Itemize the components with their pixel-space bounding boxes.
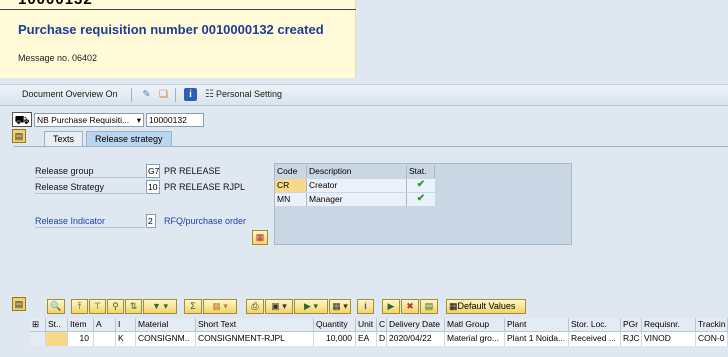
message-popup: 10000132 Purchase requisition number 001… <box>0 0 356 78</box>
document-type-value: NB Purchase Requisiti... <box>37 115 130 125</box>
default-values-label: Default Values <box>457 301 516 311</box>
table-cell-date-category[interactable]: D <box>377 332 387 346</box>
sort-icon[interactable]: ⇅ <box>125 299 142 314</box>
release-indicator-label: Release Indicator <box>35 216 106 226</box>
release-group-field[interactable]: G7 <box>146 164 160 178</box>
table-cell-account-assignment[interactable] <box>94 332 116 346</box>
document-number-field[interactable]: 10000132 <box>146 113 204 127</box>
table-cell-material-group[interactable]: Material gro... <box>445 332 505 346</box>
document-type-select[interactable]: NB Purchase Requisiti... ▾ <box>34 113 144 127</box>
column-header-status: Stat. <box>407 165 435 178</box>
select-all-icon[interactable]: ⊞ <box>30 318 46 332</box>
release-group-text: PR RELEASE <box>164 166 221 176</box>
first-icon[interactable]: ⤒ <box>71 299 88 314</box>
item-details-icon[interactable]: ▤ <box>420 299 438 314</box>
info-items-icon[interactable]: i <box>357 299 374 314</box>
table-cell-storage-location[interactable]: Received ... <box>569 332 621 346</box>
release-strategy-field[interactable]: 10 <box>146 180 160 194</box>
release-indicator-text: RFQ/purchase order <box>164 216 247 226</box>
column-header-date-category: C <box>377 318 387 332</box>
release-codes-table: Code Description Stat. CR Creator ✔ MN M… <box>274 163 572 245</box>
expand-items-icon[interactable]: ▤ <box>12 297 26 311</box>
field-underline <box>35 177 145 178</box>
tab-release-strategy[interactable]: Release strategy <box>86 131 172 146</box>
release-code-cell: CR <box>275 179 307 192</box>
tab-texts[interactable]: Texts <box>44 131 84 146</box>
table-cell-item-category[interactable]: K <box>116 332 136 346</box>
column-header-material: Material <box>136 318 196 332</box>
release-code-cell: MN <box>275 193 307 206</box>
field-underline <box>35 227 145 228</box>
column-header-description: Description <box>307 165 407 178</box>
release-description-cell: Manager <box>307 193 407 206</box>
release-description-cell: Creator <box>307 179 407 192</box>
personal-setting-icon[interactable]: ☷ <box>203 88 216 101</box>
find-icon[interactable]: ⚲ <box>107 299 124 314</box>
field-underline <box>35 193 145 194</box>
column-header-requisitioner: Requisnr. <box>642 318 696 332</box>
column-header-storage-location: Stor. Loc. <box>569 318 621 332</box>
personal-setting-button[interactable]: Personal Setting <box>216 89 282 99</box>
copy-icon[interactable]: ❏ <box>157 88 170 101</box>
release-strategy-text: PR RELEASE RJPL <box>164 182 246 192</box>
filter-icon[interactable]: ⊤ <box>89 299 106 314</box>
table-cell-tracking[interactable]: CON-0 <box>696 332 728 346</box>
row-selector[interactable] <box>30 332 46 346</box>
column-header-code: Code <box>275 165 307 178</box>
message-number: Message no. 06402 <box>18 53 98 63</box>
column-header-short-text: Short Text <box>196 318 314 332</box>
table-cell-quantity[interactable]: 10,000 <box>314 332 356 346</box>
sum-icon[interactable]: Σ <box>184 299 202 314</box>
column-header-unit: Unit <box>356 318 377 332</box>
column-header-item: Item <box>68 318 94 332</box>
views-icon[interactable]: ▶ ▾ <box>294 299 328 314</box>
checkmark-icon: ✔ <box>407 179 435 192</box>
table-cell-plant[interactable]: Plant 1 Noida... <box>505 332 569 346</box>
export-icon[interactable]: ▣ ▾ <box>265 299 293 314</box>
info-icon[interactable]: i <box>184 88 197 101</box>
column-header-account-assignment: A <box>94 318 116 332</box>
layout-icon[interactable]: ▦ ▾ <box>329 299 351 314</box>
column-header-purchasing-group: PGr <box>621 318 642 332</box>
subtotal-icon[interactable]: ▦ ▾ <box>203 299 237 314</box>
column-header-quantity: Quantity <box>314 318 356 332</box>
default-values-button[interactable]: ▦Default Values <box>446 299 526 314</box>
column-header-material-group: Matl Group <box>445 318 505 332</box>
column-header-plant: Plant <box>505 318 569 332</box>
application-toolbar: Document Overview On ✎ ❏ i ☷ Personal Se… <box>0 84 728 106</box>
delete-item-icon[interactable]: ✖ <box>401 299 419 314</box>
checkmark-icon: ✔ <box>407 193 435 206</box>
details-icon[interactable]: 🔍 <box>47 299 65 314</box>
chevron-down-icon: ▾ <box>136 115 141 125</box>
release-group-label: Release group <box>35 166 94 176</box>
table-cell-status <box>46 332 68 346</box>
column-header-item-category: I <box>116 318 136 332</box>
table-cell-purchasing-group[interactable]: RJC <box>621 332 642 346</box>
table-cell-material[interactable]: CONSIGNM.. <box>136 332 196 346</box>
print-icon[interactable]: ⎙ <box>246 299 264 314</box>
release-details-icon[interactable]: ▦ <box>252 230 268 245</box>
popup-divider <box>0 9 356 10</box>
column-header-tracking: Trackin <box>696 318 728 332</box>
column-header-delivery-date: Delivery Date <box>387 318 445 332</box>
expand-header-icon[interactable]: ▤ <box>12 129 26 143</box>
toolbar-separator <box>175 88 176 102</box>
release-indicator-field[interactable]: 2 <box>146 214 156 228</box>
column-header-status: St.. <box>46 318 68 332</box>
document-overview-button[interactable]: Document Overview On <box>22 89 118 99</box>
release-strategy-label: Release Strategy <box>35 182 105 192</box>
cart-icon[interactable]: ⛟ <box>12 112 32 127</box>
table-cell-requisitioner[interactable]: VINOD <box>642 332 696 346</box>
table-cell-item[interactable]: 10 <box>68 332 94 346</box>
default-values-icon: ▦ <box>449 301 458 311</box>
table-cell-short-text[interactable]: CONSIGNMENT-RJPL <box>196 332 314 346</box>
copy-item-icon[interactable]: ▶ <box>382 299 400 314</box>
popup-cut-text: 10000132 <box>18 0 93 8</box>
hold-icon[interactable]: ✎ <box>140 88 153 101</box>
table-cell-unit[interactable]: EA <box>356 332 377 346</box>
message-title: Purchase requisition number 0010000132 c… <box>18 22 324 37</box>
table-cell-delivery-date[interactable]: 2020/04/22 <box>387 332 445 346</box>
filter-dropdown-icon[interactable]: ▼ ▾ <box>143 299 177 314</box>
toolbar-separator <box>131 88 132 102</box>
